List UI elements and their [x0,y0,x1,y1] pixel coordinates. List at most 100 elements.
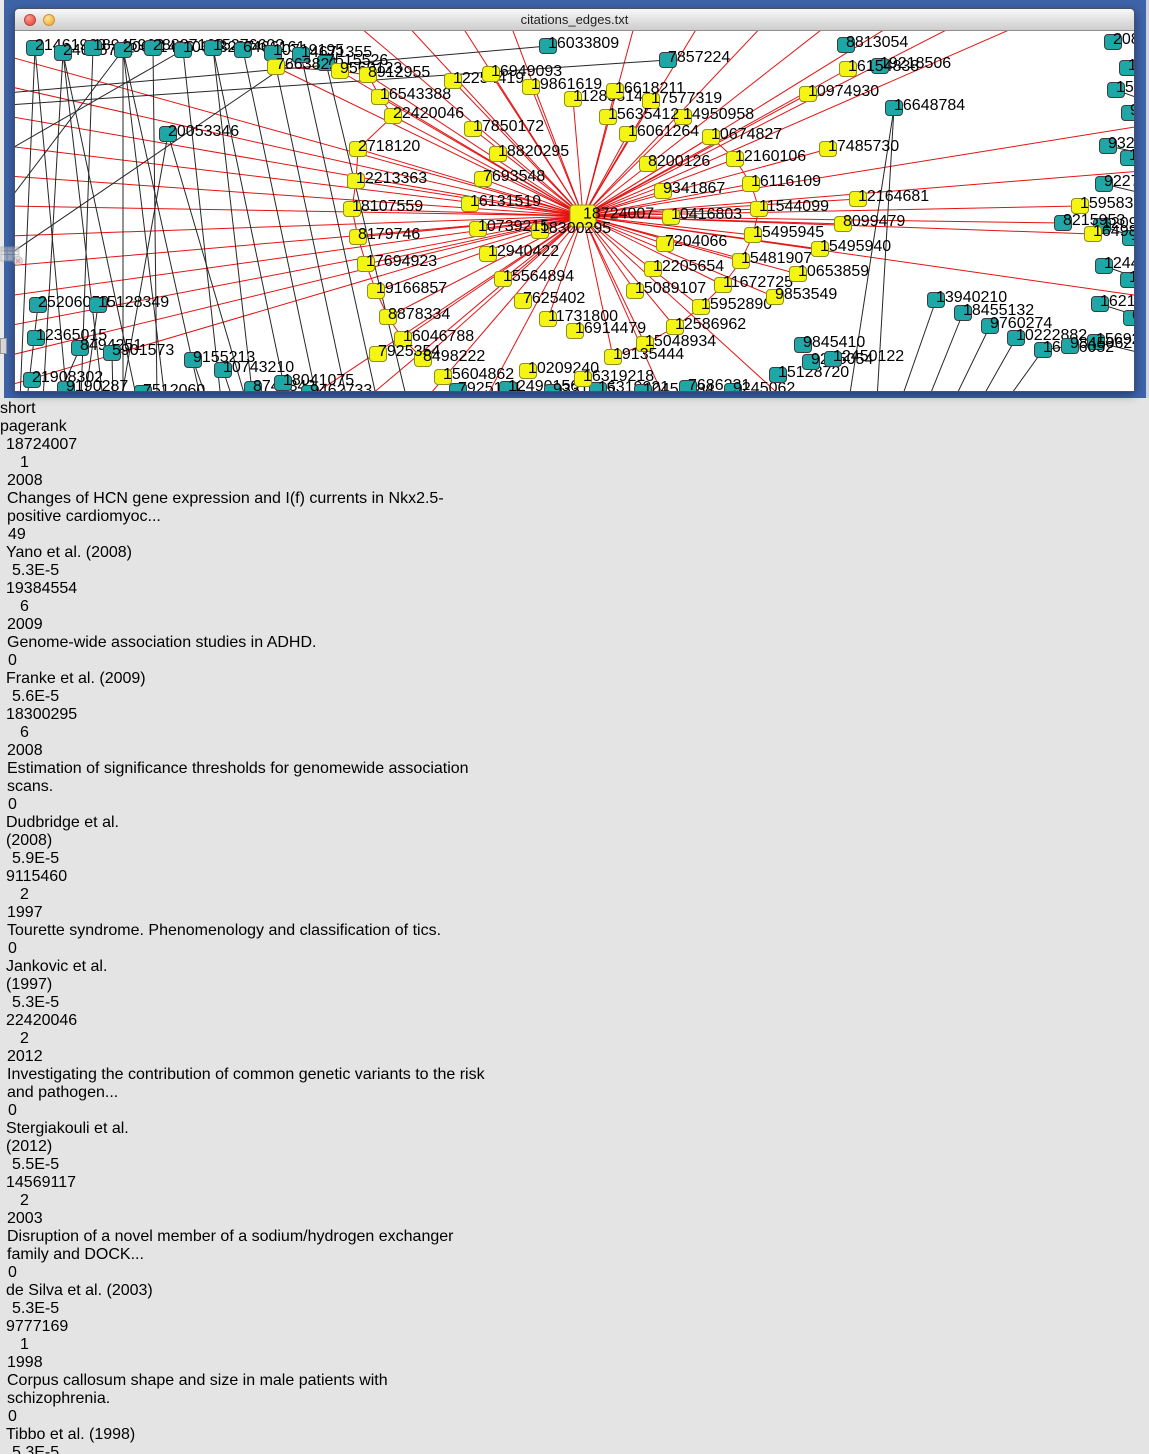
graph-node-label: 17850172 [473,118,544,135]
cell-title[interactable]: Genome-wide association studies in ADHD. [0,634,490,652]
graph-node-label: 17810153 [1129,269,1134,286]
citation-edge-black[interactable] [954,326,990,391]
table-row[interactable]: 1938455462009Genome-wide association stu… [0,580,1149,706]
table-row[interactable]: 1830029562008Estimation of significance … [0,706,1149,868]
graph-node-label: 10674827 [711,126,782,143]
table-row[interactable]: 1456911722003Disruption of a novel membe… [0,1174,1149,1318]
network-canvas[interactable]: 2146196324055714189459622069140628837163… [15,31,1134,396]
cell-in_degree[interactable]: 1 [0,1336,96,1354]
table-row[interactable]: 1872400712008Changes of HCN gene express… [0,436,1149,580]
cell-pagerank[interactable]: 5.3E-5 [0,1444,100,1454]
table-row[interactable]: 2242004622012Investigating the contribut… [0,1012,1149,1174]
cell-out_degree[interactable]: 0 [0,1408,82,1426]
cell-year[interactable]: 1997 [0,904,74,922]
cell-out_degree[interactable]: 49 [0,526,82,544]
left-splitter-grip[interactable] [0,338,7,354]
cell-pagerank[interactable]: 5.5E-5 [0,1156,100,1174]
cell-title[interactable]: Investigating the contribution of common… [0,1066,490,1102]
graph-node-label: 15635412 [608,106,679,123]
graph-node-label: 8912955 [368,64,430,81]
graph-node-label: 18300295 [540,220,611,237]
cell-short[interactable]: Jankovic et al. (1997) [0,958,156,994]
cell-year[interactable]: 2012 [0,1048,74,1066]
cell-name[interactable]: 9115460 [0,868,88,886]
table-row[interactable]: 911546021997Tourette syndrome. Phenomeno… [0,868,1149,1012]
cell-name[interactable]: 14569117 [0,1174,88,1192]
cell-in_degree[interactable]: 2 [0,886,96,904]
graph-node-label: 17577319 [651,90,722,107]
cell-name[interactable]: 9777169 [0,1318,88,1336]
cell-year[interactable]: 2008 [0,742,74,760]
citation-edge-red[interactable] [583,216,1063,223]
cell-pagerank[interactable]: 5.3E-5 [0,562,100,580]
cell-year[interactable]: 2008 [0,472,74,490]
minimize-window-icon[interactable] [43,14,55,26]
cell-pagerank[interactable]: 5.6E-5 [0,688,100,706]
graph-node-label: 15751074 [1116,79,1134,96]
citation-edge-black[interactable] [213,48,287,391]
cell-name[interactable]: 19384554 [0,580,88,598]
citation-edge-black[interactable] [15,55,301,256]
cell-out_degree[interactable]: 0 [0,652,82,670]
window-titlebar[interactable]: citations_edges.txt [15,9,1134,31]
graph-node-label: 9845062 [1070,335,1132,352]
close-window-icon[interactable] [24,14,36,26]
cell-title[interactable]: Changes of HCN gene expression and I(f) … [0,490,490,526]
cell-name[interactable]: 18724007 [0,436,88,454]
citation-edge-red[interactable] [573,99,583,216]
cell-year[interactable]: 2009 [0,616,74,634]
graph-node-label: 7625402 [523,290,585,307]
cell-short[interactable]: Franke et al. (2009) [0,670,156,688]
graph-node-label: 12213363 [356,170,427,187]
cell-in_degree[interactable]: 6 [0,598,96,616]
cell-pagerank[interactable]: 5.9E-5 [0,850,100,868]
cell-name[interactable]: 22420046 [0,1012,88,1030]
graph-node-label: 16131519 [470,193,541,210]
cell-year[interactable]: 1998 [0,1354,74,1372]
cell-short[interactable]: Tibbo et al. (1998) [0,1426,156,1444]
graph-node-label: 10974930 [808,83,879,100]
cell-short[interactable]: de Silva et al. (2003) [0,1282,156,1300]
graph-node-label: 15495945 [753,224,824,241]
column-header-pagerank[interactable]: pagerank [0,418,100,436]
graph-node-label: 7925354 [378,343,440,360]
column-header-short[interactable]: short [0,400,156,418]
cell-out_degree[interactable]: 0 [0,796,82,814]
cell-title[interactable]: Estimation of significance thresholds fo… [0,760,490,796]
cell-short[interactable]: Yano et al. (2008) [0,544,156,562]
cell-title[interactable]: Disruption of a novel member of a sodium… [0,1228,490,1264]
window-title: citations_edges.txt [15,9,1134,30]
citation-edge-black[interactable] [183,50,221,391]
cell-short[interactable]: Dudbridge et al. (2008) [0,814,156,850]
citation-edge-black[interactable] [301,55,377,391]
graph-node-label: 7204066 [665,233,727,250]
citation-edge-black[interactable] [213,48,253,391]
cell-title[interactable]: Corpus callosum shape and size in male p… [0,1372,490,1408]
cell-out_degree[interactable]: 0 [0,940,82,958]
graph-node-label: 14950958 [683,106,754,123]
citation-edge-black[interactable] [901,300,936,391]
graph-node-label: 12940422 [488,243,559,260]
cell-out_degree[interactable]: 0 [0,1102,82,1120]
table-body: 1872400712008Changes of HCN gene express… [0,436,1149,1454]
cell-title[interactable]: Tourette syndrome. Phenomenology and cla… [0,922,490,940]
cell-in_degree[interactable]: 1 [0,454,96,472]
cell-pagerank[interactable]: 5.3E-5 [0,1300,100,1318]
graph-node-label: 16033809 [548,35,619,52]
citation-edge-black[interactable] [243,50,317,391]
graph-node-label: 16210643 [1100,293,1134,310]
zoom-window-icon[interactable] [62,14,74,26]
graph-node-label: 2718120 [358,138,420,155]
cell-pagerank[interactable]: 5.3E-5 [0,994,100,1012]
table-row[interactable]: 977716911998Corpus callosum shape and si… [0,1318,1149,1454]
graph-node-label: 16116109 [751,173,821,190]
cell-year[interactable]: 2003 [0,1210,74,1228]
citation-edge-black[interactable] [928,313,963,391]
graph-node-label: 9190287 [66,378,128,391]
cell-short[interactable]: Stergiakouli et al. (2012) [0,1120,156,1156]
citation-edge-black[interactable] [153,48,157,391]
cell-name[interactable]: 18300295 [0,706,88,724]
cell-out_degree[interactable]: 0 [0,1264,82,1282]
cell-in_degree[interactable]: 2 [0,1030,96,1048]
cell-in_degree[interactable]: 2 [0,1192,96,1210]
